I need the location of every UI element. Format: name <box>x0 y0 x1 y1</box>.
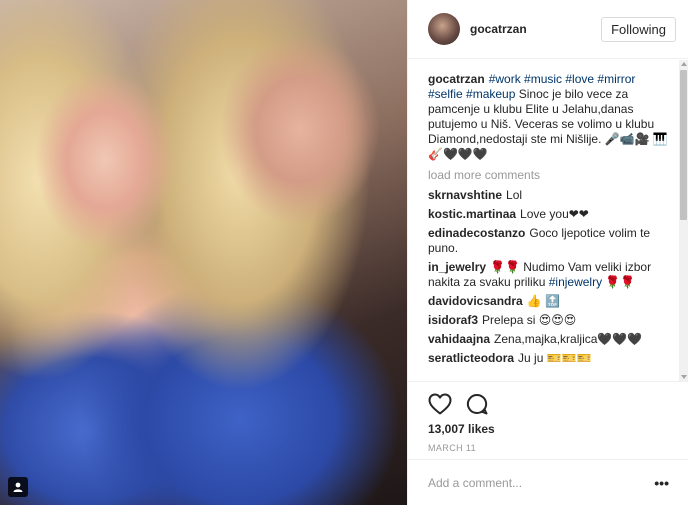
heart-icon[interactable] <box>428 393 452 418</box>
post-actions: 13,007 likes MARCH 11 <box>408 381 688 457</box>
comment-username[interactable]: davidovicsandra <box>428 294 523 308</box>
post-username[interactable]: gocatrzan <box>470 22 601 36</box>
add-comment-bar: ••• <box>408 459 688 505</box>
comment-hashtag[interactable]: #injewelry <box>549 275 602 289</box>
caption-username[interactable]: gocatrzan <box>428 72 485 86</box>
post-header: gocatrzan Following <box>408 0 688 59</box>
comment-username[interactable]: vahidaajna <box>428 332 490 346</box>
comment-username[interactable]: skrnavshtine <box>428 188 502 202</box>
comment-text: Ju ju 🎫🎫🎫 <box>518 351 592 365</box>
comment-username[interactable]: in_jewelry <box>428 260 486 274</box>
comment-item: seratlicteodora Ju ju 🎫🎫🎫 <box>428 351 668 366</box>
more-options-icon[interactable]: ••• <box>654 475 669 491</box>
comment-item: in_jewelry 🌹🌹 Nudimo Vam veliki izbor nak… <box>428 260 668 290</box>
comment-username[interactable]: seratlicteodora <box>428 351 514 365</box>
comment-icon[interactable] <box>466 393 488 418</box>
comment-username[interactable]: edinadecostanzo <box>428 226 525 240</box>
load-more-comments-link[interactable]: load more comments <box>428 168 668 182</box>
comment-text: Lol <box>506 188 523 202</box>
comment-username[interactable]: kostic.martinaa <box>428 207 516 221</box>
comment-suffix: 🌹🌹 <box>602 275 636 289</box>
scroll-up-arrow-icon[interactable] <box>681 62 687 66</box>
add-comment-input[interactable] <box>428 475 655 490</box>
comment-item: isidoraf3 Prelepa si 😍😍😍 <box>428 313 668 328</box>
scroll-down-arrow-icon[interactable] <box>681 375 687 379</box>
action-icons <box>428 392 669 418</box>
comment-item: davidovicsandra 👍 🔝 <box>428 294 668 309</box>
post-side-panel: gocatrzan Following gocatrzan #work #musi… <box>407 0 688 505</box>
comment-item: kostic.martinaa Love you❤❤ <box>428 207 668 222</box>
comment-username[interactable]: isidoraf3 <box>428 313 478 327</box>
following-button[interactable]: Following <box>601 16 676 42</box>
likes-count[interactable]: 13,007 likes <box>428 422 669 436</box>
comments-list: gocatrzan #work #music #love #mirror #sel… <box>408 60 680 381</box>
comment-item: skrnavshtine Lol <box>428 188 668 203</box>
comment-item: vahidaajna Zena,majka,kraljica🖤🖤🖤 <box>428 332 668 347</box>
comment-text: Love you❤❤ <box>520 207 589 221</box>
scrollbar-thumb[interactable] <box>680 70 687 220</box>
post-date[interactable]: MARCH 11 <box>428 443 669 453</box>
avatar[interactable] <box>428 13 460 45</box>
comment-text: 👍 🔝 <box>526 294 560 308</box>
person-tag-icon[interactable] <box>8 477 28 497</box>
post-photo[interactable] <box>0 0 407 505</box>
comments-scrollbar[interactable] <box>679 60 688 381</box>
comment-item: edinadecostanzo Goco ljepotice volim te p… <box>428 226 668 256</box>
caption: gocatrzan #work #music #love #mirror #sel… <box>428 72 668 162</box>
comment-text: Zena,majka,kraljica🖤🖤🖤 <box>494 332 643 346</box>
comment-text: Prelepa si 😍😍😍 <box>482 313 577 327</box>
